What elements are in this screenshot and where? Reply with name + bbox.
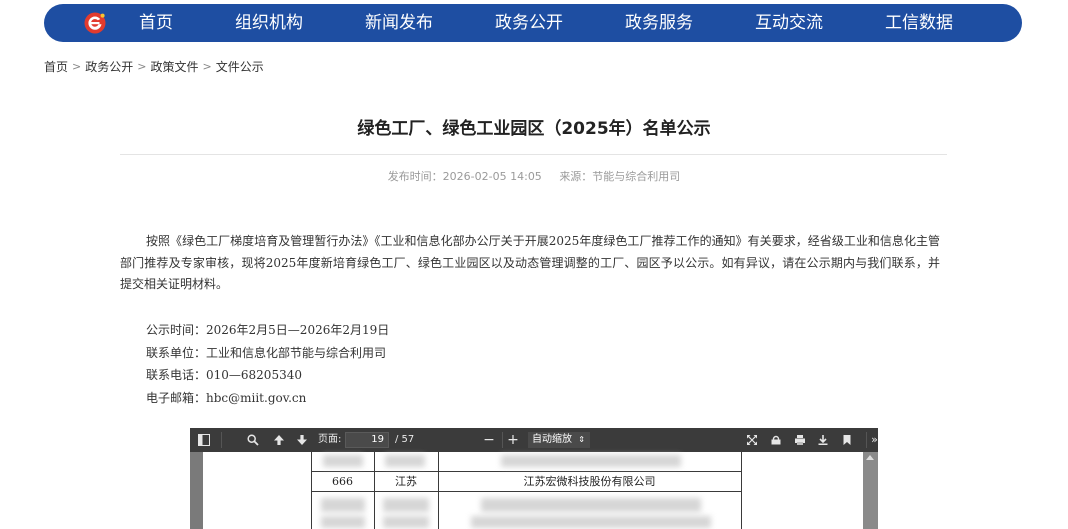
title-divider [120, 154, 947, 155]
breadcrumb-separator: > [202, 59, 212, 73]
contact-unit: 联系单位：工业和信息化部节能与综合利用司 [146, 345, 387, 360]
blurred-cell [383, 498, 429, 512]
print-icon[interactable] [791, 428, 809, 452]
table-border [311, 491, 742, 492]
blurred-cell [471, 516, 711, 528]
download-icon[interactable] [814, 428, 832, 452]
blurred-cell [385, 455, 425, 467]
blurred-cell [501, 455, 681, 467]
blurred-cell [321, 498, 365, 512]
nav-item-interaction[interactable]: 互动交流 [755, 4, 823, 42]
pdf-page[interactable]: 666 江苏 江苏宏微科技股份有限公司 [203, 452, 863, 529]
open-file-icon[interactable] [767, 428, 785, 452]
article-meta: 发布时间：2026-02-05 14:05 来源：节能与综合利用司 [0, 168, 1068, 184]
table-border [311, 471, 742, 472]
breadcrumb: 首页 > 政务公开 > 政策文件 > 文件公示 [44, 57, 264, 75]
arrow-down-icon[interactable] [293, 428, 311, 452]
blurred-cell [481, 498, 701, 512]
blurred-cell [321, 516, 365, 528]
pdf-table: 666 江苏 江苏宏微科技股份有限公司 [311, 452, 742, 529]
toolbar-divider [502, 432, 503, 448]
pdf-toolbar: 页面: 19 / 57 − + 自动缩放 ⇕ » [190, 428, 878, 452]
page-number-input[interactable]: 19 [345, 432, 389, 448]
arrow-up-icon[interactable] [270, 428, 288, 452]
nav-item-news[interactable]: 新闻发布 [365, 4, 433, 42]
double-chevron-right-icon[interactable]: » [870, 428, 878, 452]
blurred-cell [323, 455, 363, 467]
search-icon[interactable] [244, 428, 262, 452]
breadcrumb-home[interactable]: 首页 [44, 58, 68, 75]
breadcrumb-separator: > [72, 59, 82, 73]
breadcrumb-separator: > [137, 59, 147, 73]
zoom-out-button[interactable]: − [480, 428, 498, 452]
breadcrumb-policy-documents[interactable]: 政策文件 [150, 58, 198, 75]
nav-item-organization[interactable]: 组织机构 [235, 4, 303, 42]
table-cell-province: 江苏 [395, 475, 417, 488]
contact-email[interactable]: 电子邮箱：hbc@miit.gov.cn [146, 387, 389, 410]
toolbar-divider [221, 432, 222, 448]
publish-time: 发布时间：2026-02-05 14:05 [387, 170, 542, 183]
page-total: / 57 [395, 434, 415, 445]
top-nav-bar: 首页 组织机构 新闻发布 政务公开 政务服务 互动交流 工信数据 [44, 4, 1022, 42]
page-title: 绿色工厂、绿色工业园区（2025年）名单公示 [357, 119, 711, 139]
zoom-select[interactable]: 自动缩放 ⇕ [528, 432, 590, 448]
sidebar-toggle-icon[interactable] [195, 428, 213, 452]
table-cell-company: 江苏宏微科技股份有限公司 [523, 475, 656, 488]
page-label: 页面: [318, 434, 342, 445]
nav-item-government-affairs[interactable]: 政务公开 [495, 4, 563, 42]
contact-phone: 联系电话：010—68205340 [146, 368, 302, 382]
chevron-updown-icon: ⇕ [578, 435, 585, 444]
breadcrumb-document-notice[interactable]: 文件公示 [216, 58, 264, 75]
notice-period: 公示时间：2026年2月5日—2026年2月19日 [146, 323, 390, 337]
nav-item-home[interactable]: 首页 [139, 4, 173, 42]
scroll-up-icon[interactable] [866, 455, 874, 460]
nav-item-data[interactable]: 工信数据 [885, 4, 953, 42]
bookmark-icon[interactable] [838, 428, 856, 452]
miit-logo-icon[interactable] [83, 11, 107, 35]
blurred-cell [383, 516, 429, 528]
breadcrumb-government-affairs[interactable]: 政务公开 [85, 58, 133, 75]
article-source: 来源：节能与综合利用司 [559, 170, 681, 183]
nav-item-government-services[interactable]: 政务服务 [625, 4, 693, 42]
article-paragraph: 按照《绿色工厂梯度培育及管理暂行办法》《工业和信息化部办公厅关于开展2025年度… [120, 234, 940, 291]
fullscreen-icon[interactable] [743, 428, 761, 452]
contact-info: 公示时间：2026年2月5日—2026年2月19日 联系单位：工业和信息化部节能… [146, 319, 389, 409]
zoom-value: 自动缩放 [532, 434, 572, 445]
zoom-in-button[interactable]: + [504, 428, 522, 452]
table-cell-index: 666 [332, 475, 353, 488]
pdf-viewer: 页面: 19 / 57 − + 自动缩放 ⇕ » 666 江苏 江苏宏微科技股份… [190, 428, 878, 529]
pdf-scrollbar[interactable] [863, 452, 878, 529]
toolbar-divider [866, 432, 867, 448]
